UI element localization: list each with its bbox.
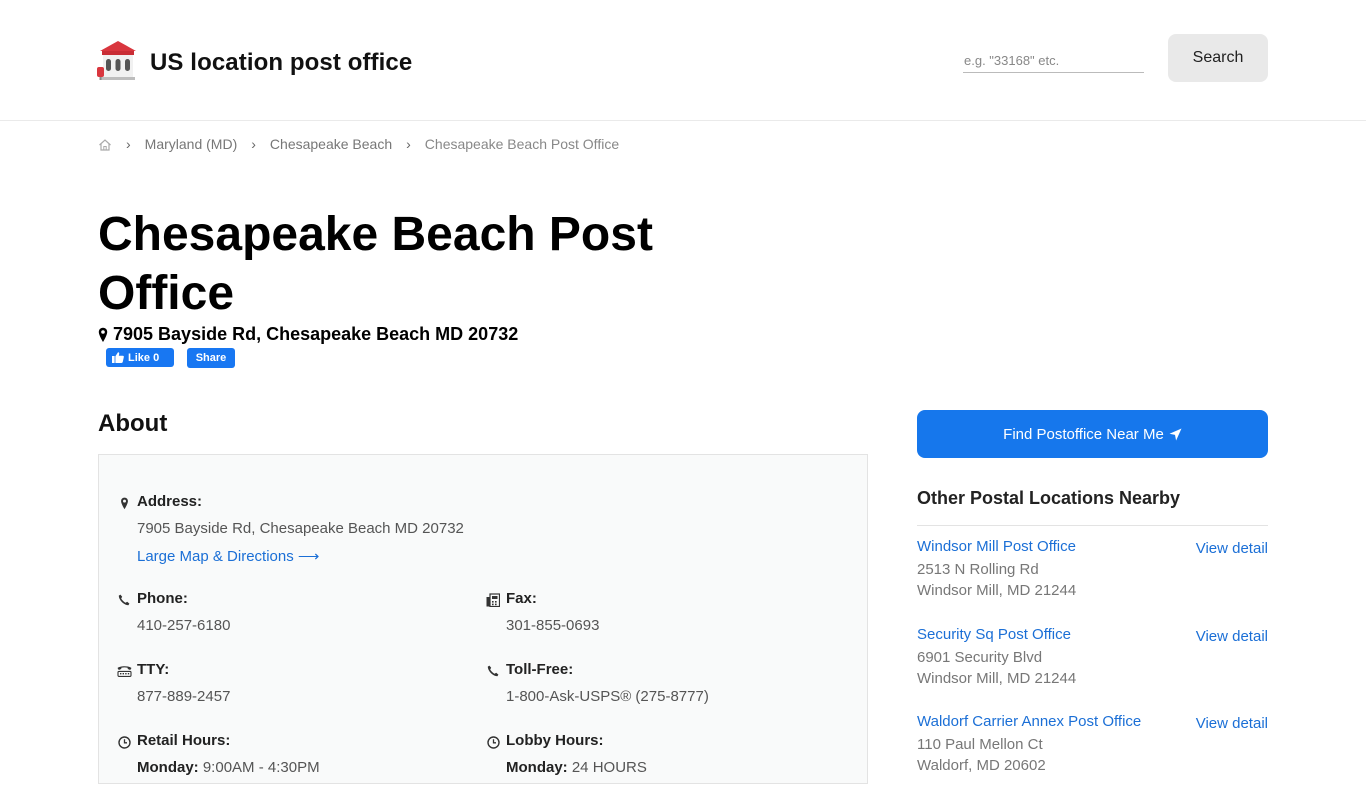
map-marker-icon [98, 327, 108, 342]
breadcrumb: › Maryland (MD) › Chesapeake Beach › Che… [98, 135, 619, 153]
nearby-item-city: Windsor Mill, MD 21244 [917, 670, 1077, 687]
view-detail-link[interactable]: View detail [1196, 628, 1268, 645]
nearby-list-item: Security Sq Post Office 6901 Security Bl… [917, 626, 1268, 706]
nearby-item-street: 6901 Security Blvd [917, 649, 1043, 666]
post-office-building-icon[interactable] [97, 39, 139, 81]
tollfree-label: Toll-Free: [506, 661, 574, 678]
nearby-list-item: Windsor Mill Post Office 2513 N Rolling … [917, 538, 1268, 618]
nearby-heading: Other Postal Locations Nearby [917, 488, 1181, 508]
fax-value: 301-855-0693 [506, 617, 600, 634]
breadcrumb-current: Chesapeake Beach Post Office [424, 136, 620, 152]
home-icon[interactable] [98, 138, 112, 152]
tty-icon [116, 663, 132, 679]
nearby-item-name[interactable]: Waldorf Carrier Annex Post Office [917, 713, 1141, 730]
thumbs-up-icon [112, 352, 124, 363]
page-address: 7905 Bayside Rd, Chesapeake Beach MD 207… [98, 324, 518, 345]
chevron-right-icon: › [126, 136, 131, 152]
map-marker-icon [116, 495, 132, 511]
nearby-item-street: 110 Paul Mellon Ct [917, 736, 1043, 753]
nearby-item-city: Waldorf, MD 20602 [917, 757, 1046, 774]
breadcrumb-item-state[interactable]: Maryland (MD) [145, 136, 238, 152]
page-title: Chesapeake Beach Post Office [98, 208, 653, 320]
phone-label: Phone: [137, 590, 188, 607]
address-label: Address: [137, 493, 203, 510]
nearby-item-name[interactable]: Windsor Mill Post Office [917, 538, 1076, 555]
phone-value[interactable]: 410-257-6180 [137, 617, 230, 634]
location-arrow-icon [1169, 428, 1182, 440]
phone-icon [485, 663, 501, 679]
facebook-like-button[interactable]: Like 0 [106, 348, 174, 367]
find-postoffice-near-me-button[interactable]: Find Postoffice Near Me [917, 410, 1268, 458]
tty-value[interactable]: 877-889-2457 [137, 688, 230, 705]
tollfree-value[interactable]: 1-800-Ask-USPS® (275-8777) [506, 688, 709, 705]
phone-icon [116, 592, 132, 608]
map-directions-link[interactable]: Large Map & Directions ⟶ [137, 547, 319, 565]
nearby-item-street: 2513 N Rolling Rd [917, 561, 1039, 578]
page-address-text: 7905 Bayside Rd, Chesapeake Beach MD 207… [113, 324, 519, 344]
fax-icon [485, 592, 501, 608]
about-heading: About [98, 410, 168, 437]
divider [917, 525, 1268, 526]
fax-label: Fax: [506, 590, 537, 607]
search-input[interactable] [963, 49, 1144, 73]
facebook-like-label: Like 0 [128, 351, 160, 364]
tty-label: TTY: [137, 661, 170, 678]
site-header: US location post office Search [0, 0, 1366, 121]
lobby-hours-label: Lobby Hours: [506, 732, 604, 749]
nearby-item-city: Windsor Mill, MD 21244 [917, 582, 1077, 599]
view-detail-link[interactable]: View detail [1196, 540, 1268, 557]
search-button[interactable]: Search [1168, 34, 1268, 82]
address-value: 7905 Bayside Rd, Chesapeake Beach MD 207… [137, 520, 464, 537]
chevron-right-icon: › [406, 136, 411, 152]
retail-hours-label: Retail Hours: [137, 732, 231, 749]
nearby-item-name[interactable]: Security Sq Post Office [917, 626, 1071, 643]
chevron-right-icon: › [251, 136, 256, 152]
site-title[interactable]: US location post office [150, 49, 412, 77]
about-panel: Address: 7905 Bayside Rd, Chesapeake Bea… [98, 454, 868, 784]
breadcrumb-item-city[interactable]: Chesapeake Beach [270, 136, 392, 152]
view-detail-link[interactable]: View detail [1196, 715, 1268, 732]
find-button-label: Find Postoffice Near Me [1003, 425, 1164, 443]
facebook-share-button[interactable]: Share [187, 348, 235, 368]
clock-icon [116, 734, 132, 750]
nearby-list-item: Waldorf Carrier Annex Post Office 110 Pa… [917, 713, 1268, 793]
clock-icon [485, 734, 501, 750]
